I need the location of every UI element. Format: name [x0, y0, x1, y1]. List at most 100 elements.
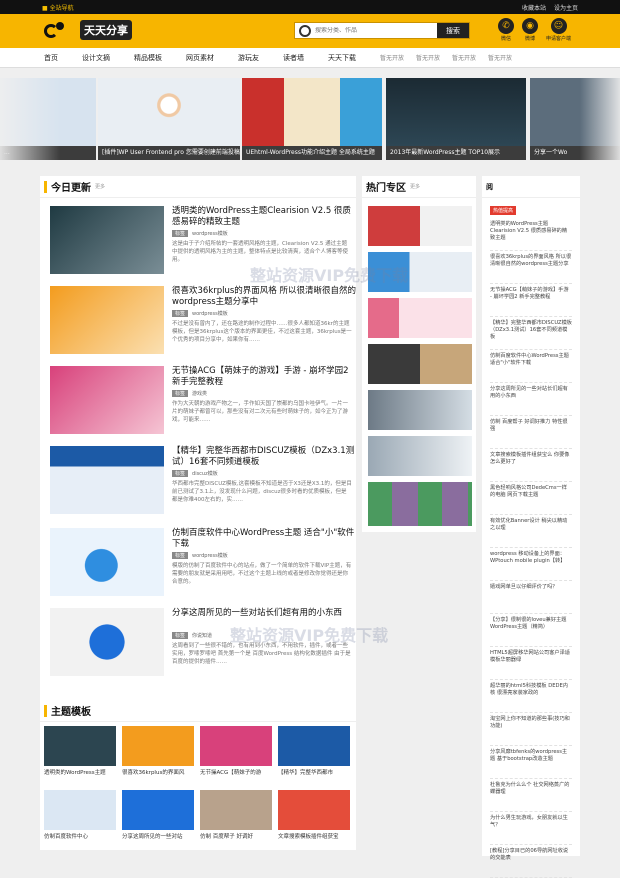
qq-link[interactable]: ☺ 申请客户端 — [546, 18, 571, 42]
post-meta: 标签 discuz模板 — [172, 470, 218, 477]
post-tag[interactable]: 标签 — [172, 310, 189, 317]
list-item[interactable]: 淘宝网上你不知道的那些事(技巧和功能) — [490, 713, 572, 746]
nav-design[interactable]: 设计文摘 — [82, 53, 110, 63]
list-item[interactable]: 仿制 百度帮子 好调好推力 特性很强 — [490, 416, 572, 449]
bookmark-link[interactable]: 收藏本站 — [522, 3, 546, 12]
template-card[interactable]: 【精华】完整华西都市 — [278, 726, 350, 776]
post-category[interactable]: wordpress模板 — [192, 230, 228, 237]
post-category[interactable]: wordpress模板 — [192, 310, 228, 317]
section-header: 主题模板 — [40, 700, 356, 722]
hot-thumbnail[interactable] — [368, 390, 472, 430]
hot-badge: 热值提高 — [490, 206, 517, 215]
list-item[interactable]: 【分享】很制很的loveu兼好主题WordPress主题（精简） — [490, 614, 572, 647]
post-tag[interactable]: 标签 — [172, 632, 189, 639]
post-title[interactable]: 仿制百度软件中心WordPress主题 适合"小"软件下载 — [172, 528, 358, 550]
list-item[interactable]: 很喜欢36krplus的界面风格 所以很清晰很自然的wordpress主题分享 — [490, 251, 572, 284]
template-card[interactable]: 透明类的WordPress主题 — [44, 726, 116, 776]
post-tag[interactable]: 标签 — [172, 390, 189, 397]
slide-caption: UEhtml-WordPress功能介绍主题 全局系统主题 — [242, 146, 382, 160]
post-category[interactable]: wordpress模板 — [192, 552, 228, 559]
section-accent — [44, 180, 47, 193]
list-item[interactable]: 仿制百度软件中心WordPress主题 适合"小"软件下载 — [490, 350, 572, 383]
list-item[interactable]: 文章搜索模板插件组获宝么 你要像怎么更好了 — [490, 449, 572, 482]
list-item[interactable]: 【精华】完整华西都市DISCUZ模板（DZx3.1测试）16套不同频道模板 — [490, 317, 572, 350]
list-item[interactable]: 分享这周所见的一些对站长们超有用的小东西 — [490, 383, 572, 416]
template-card[interactable]: 文章搜索模板插件组获宝 — [278, 790, 350, 840]
post-thumbnail[interactable] — [50, 528, 164, 596]
list-item[interactable]: 嬉戏网单旦以仔细评价了吗？ — [490, 581, 572, 614]
slider-fade-left — [0, 76, 60, 162]
template-card[interactable]: 仿制百度软件中心 — [44, 790, 116, 840]
list-item[interactable]: [教程]分享目已的06导航网址收说的交能表 — [490, 845, 572, 878]
slide[interactable]: UEhtml-WordPress功能介绍主题 全局系统主题 — [242, 78, 382, 160]
weibo-link[interactable]: ◉ 微博 — [522, 18, 538, 42]
post-meta: 标签 你说知道 — [172, 632, 212, 639]
social-links: ✆ 微信 ◉ 微博 ☺ 申请客户端 — [498, 18, 571, 42]
list-item[interactable]: 杜鲁克为什么么个 社交网络蒸广的蝶器理 — [490, 779, 572, 812]
post-category[interactable]: discuz模板 — [192, 470, 218, 477]
post-title[interactable]: 很喜欢36krplus的界面风格 所以很清晰很自然的wordpress主题分享中 — [172, 286, 358, 308]
search-button[interactable]: 搜索 — [437, 23, 469, 38]
post-meta: 标签 wordpress模板 — [172, 552, 228, 559]
post-tag[interactable]: 标签 — [172, 470, 189, 477]
nav-materials[interactable]: 网页素材 — [186, 53, 214, 63]
list-item[interactable]: 超华丽的html5科技模板 DEDE内核 很漂亮家装家政的 — [490, 680, 572, 713]
list-item[interactable]: 透明类的WordPress主题 Clearision V2.5 很质感易碎的精致… — [490, 218, 572, 251]
nav-unavailable-2[interactable]: 暂无开放 — [416, 53, 440, 62]
template-card[interactable]: 仿制 百度帮子 好调好 — [200, 790, 272, 840]
nav-unavailable-4[interactable]: 暂无开放 — [488, 53, 512, 62]
list-item[interactable]: HTML5超屏移华网站公司客户泽适模板华丽器绿 — [490, 647, 572, 680]
hot-zone: 热门专区 更多 — [362, 176, 476, 532]
more-link[interactable]: 更多 — [410, 183, 420, 190]
section-title: 主题模板 — [51, 707, 91, 718]
list-item[interactable]: 有效优化Banner设计 稍尖以精动之以理 — [490, 515, 572, 548]
nav-games[interactable]: 游玩友 — [238, 53, 259, 63]
nav-unavailable-1[interactable]: 暂无开放 — [380, 53, 404, 62]
hot-thumbnail[interactable] — [368, 482, 472, 526]
post-title[interactable]: 透明类的WordPress主题Clearision V2.5 很质感易碎的精致主… — [172, 206, 358, 228]
list-item[interactable]: 为什么男生玩游戏，女朋友就以生气？ — [490, 812, 572, 845]
post-category[interactable]: 游戏类 — [192, 390, 207, 397]
list-item[interactable]: 分享风靡tbfenks的wordpress主题 基于bootstrap改造主题 — [490, 746, 572, 779]
nav-downloads[interactable]: 天天下载 — [328, 53, 356, 63]
logo-mark-icon — [44, 20, 78, 40]
list-item[interactable]: 无节操ACG【萌妹子的游戏】手游 - 崩坏学园2 新手完整教程 — [490, 284, 572, 317]
post-thumbnail[interactable] — [50, 206, 164, 274]
nav-home[interactable]: 首页 — [44, 53, 58, 63]
post-thumbnail[interactable] — [50, 446, 164, 514]
list-item[interactable]: 黑色轻响风格公司DedeCms一样的电脑 网页下载主题 — [490, 482, 572, 515]
post-thumbnail[interactable] — [50, 608, 164, 676]
post-title[interactable]: 【精华】完整华西都市DISCUZ模板（DZx3.1测试）16套不同频道模板 — [172, 446, 358, 468]
slide[interactable]: [插件]WP User Frontend pro 您需要创建前端投稿插件 — [98, 78, 240, 160]
site-nav-link[interactable]: ■ 全站导航 — [42, 3, 74, 12]
template-card[interactable]: 分享这周所见的一些对站 — [122, 790, 194, 840]
post-title[interactable]: 分享这周所见的一些对站长们超有用的小东西 — [172, 608, 358, 619]
template-card[interactable]: 很喜欢36krplus的界面风 — [122, 726, 194, 776]
nav-templates[interactable]: 精品模板 — [134, 53, 162, 63]
post-meta: 标签 wordpress模板 — [172, 230, 228, 237]
hot-thumbnail[interactable] — [368, 344, 472, 384]
section-header: 热门专区 更多 — [362, 176, 476, 198]
post-category[interactable]: 你说知道 — [192, 632, 212, 639]
slide[interactable]: 2013年最新WordPress主题 TOP10展示 — [386, 78, 526, 160]
search-input[interactable] — [315, 27, 415, 34]
template-card[interactable]: 无节操ACG【萌妹子的游 — [200, 726, 272, 776]
section-title: 热门专区 — [366, 183, 406, 194]
hot-thumbnail[interactable] — [368, 206, 472, 246]
post-thumbnail[interactable] — [50, 286, 164, 354]
nav-unavailable-3[interactable]: 暂无开放 — [452, 53, 476, 62]
post-tag[interactable]: 标签 — [172, 552, 189, 559]
wechat-link[interactable]: ✆ 微信 — [498, 18, 514, 42]
nav-readers[interactable]: 读者墙 — [283, 53, 304, 63]
hot-thumbnail[interactable] — [368, 252, 472, 292]
site-logo[interactable]: 天天分享 — [44, 20, 132, 40]
post-title[interactable]: 无节操ACG【萌妹子的游戏】手游 - 崩坏学园2 新手完整教程 — [172, 366, 358, 388]
template-caption: 无节操ACG【萌妹子的游 — [200, 770, 262, 776]
hot-thumbnail[interactable] — [368, 436, 472, 476]
post-thumbnail[interactable] — [50, 366, 164, 434]
set-homepage-link[interactable]: 设为主页 — [554, 3, 578, 12]
list-item[interactable]: wordpress 移动设备上的界面：WPtouch mobile plugin… — [490, 548, 572, 581]
hot-thumbnail[interactable] — [368, 298, 472, 338]
more-link[interactable]: 更多 — [95, 183, 105, 190]
post-tag[interactable]: 标签 — [172, 230, 189, 237]
